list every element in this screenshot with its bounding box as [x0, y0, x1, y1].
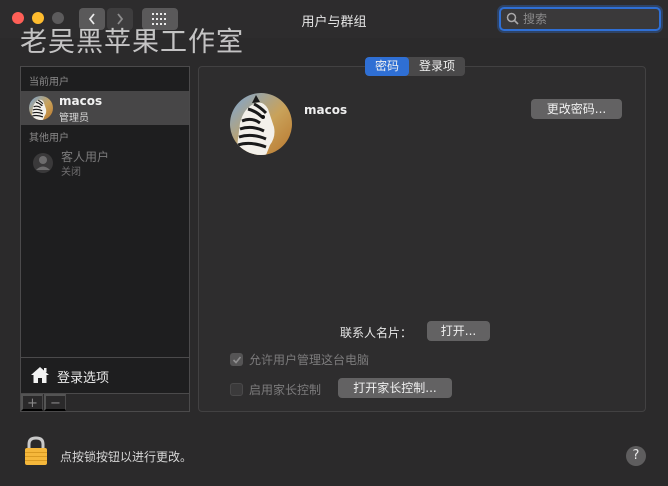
- tab-bar: 密码 登录项: [365, 57, 466, 76]
- remove-user-button[interactable]: −: [44, 394, 66, 411]
- add-remove-bar: + −: [21, 393, 189, 411]
- tab-login-items[interactable]: 登录项: [409, 57, 465, 76]
- search-input[interactable]: [523, 11, 655, 27]
- watermark-text: 老吴黑苹果工作室: [20, 27, 244, 58]
- zebra-picture-icon: [230, 93, 292, 155]
- current-user-name: macos: [59, 94, 103, 108]
- other-users-label: 其他用户: [29, 133, 69, 144]
- parental-controls-label: 启用家长控制: [249, 383, 322, 397]
- account-name: macos: [304, 103, 348, 117]
- current-users-label: 当前用户: [29, 77, 69, 88]
- login-options-label: 登录选项: [57, 371, 110, 386]
- sidebar-item-current-user[interactable]: macos 管理员: [21, 91, 189, 125]
- open-contact-card-button[interactable]: 打开...: [427, 321, 490, 341]
- help-button[interactable]: ?: [626, 446, 646, 466]
- contact-card-label: 联系人名片：: [340, 326, 413, 340]
- house-icon: [31, 367, 49, 383]
- parental-controls-checkbox[interactable]: [230, 383, 243, 396]
- tab-password[interactable]: 密码: [365, 57, 410, 76]
- user-sidebar: 当前用户 macos 管理员 其他用户 客人用户 关闭 登录选项 + −: [20, 66, 190, 412]
- lock-hint-text: 点按锁按钮以进行更改。: [60, 450, 193, 464]
- allow-admin-label: 允许用户管理这台电脑: [249, 353, 370, 367]
- guest-user-icon: [33, 153, 53, 173]
- allow-admin-checkbox[interactable]: [230, 353, 243, 366]
- checkmark-icon: [232, 355, 241, 364]
- lock-icon: [25, 436, 47, 465]
- change-password-button[interactable]: 更改密码...: [531, 99, 622, 119]
- account-picture[interactable]: [230, 93, 292, 155]
- add-user-button[interactable]: +: [21, 394, 43, 411]
- current-user-role: 管理员: [59, 113, 89, 124]
- search-icon: [506, 12, 519, 25]
- lock-button[interactable]: [24, 436, 48, 469]
- allow-admin-row: 允许用户管理这台电脑: [230, 351, 369, 368]
- login-options-item[interactable]: 登录选项: [21, 357, 189, 393]
- open-parental-controls-button[interactable]: 打开家长控制...: [338, 378, 452, 398]
- zebra-avatar-icon: [29, 96, 53, 120]
- sidebar-item-guest-user[interactable]: 客人用户 关闭: [21, 145, 189, 179]
- parental-controls-row: 启用家长控制: [230, 381, 321, 398]
- guest-user-status: 关闭: [61, 167, 81, 178]
- search-field[interactable]: [499, 7, 661, 31]
